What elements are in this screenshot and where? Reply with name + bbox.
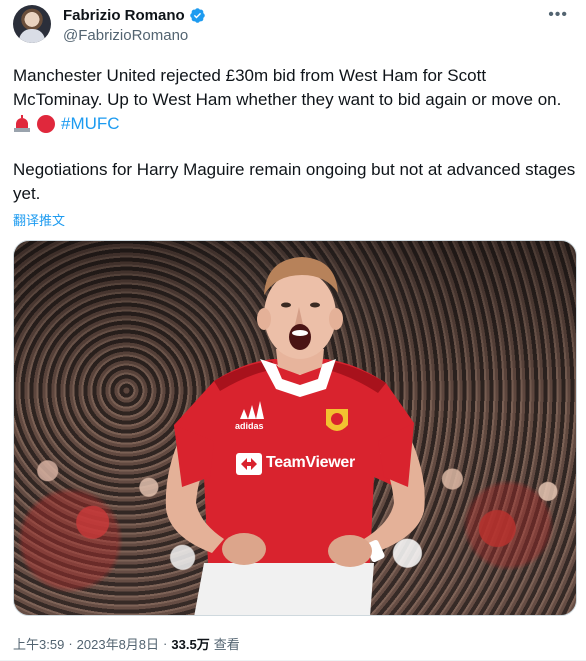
- police-light-icon: [13, 115, 31, 132]
- verified-badge-icon: [189, 8, 205, 23]
- author-name-row[interactable]: Fabrizio Romano: [63, 7, 206, 24]
- avatar[interactable]: [13, 5, 51, 43]
- tweet-paragraph-1: Manchester United rejected £30m bid from…: [13, 66, 562, 109]
- views-label: 查看: [213, 637, 240, 652]
- tweet-photo[interactable]: adidas TeamViewer: [13, 240, 577, 616]
- author-handle[interactable]: @FabrizioRomano: [63, 27, 188, 44]
- tweet-time[interactable]: 上午3:59: [13, 634, 64, 653]
- emoji-hashtag-row: #MUFC: [13, 112, 120, 135]
- tweet-paragraph-2: Negotiations for Harry Maguire remain on…: [13, 160, 581, 203]
- hashtag-link[interactable]: #MUFC: [61, 112, 120, 135]
- jersey-sponsor-text: TeamViewer: [266, 454, 355, 471]
- player-illustration: [165, 257, 425, 615]
- meta-separator: ·: [163, 636, 168, 651]
- jersey-brand-text: adidas: [235, 421, 264, 431]
- tweet-meta: 上午3:59 · 2023年8月8日 · 33.5万 查看: [13, 634, 240, 653]
- author-name[interactable]: Fabrizio Romano: [63, 7, 185, 24]
- views-count: 33.5万: [171, 637, 210, 652]
- meta-separator: ·: [68, 636, 73, 651]
- tweet-date[interactable]: 2023年8月8日: [77, 634, 159, 653]
- red-circle-icon: [37, 114, 55, 133]
- more-options-icon[interactable]: •••: [548, 6, 568, 24]
- translate-tweet-link[interactable]: 翻译推文: [13, 210, 65, 229]
